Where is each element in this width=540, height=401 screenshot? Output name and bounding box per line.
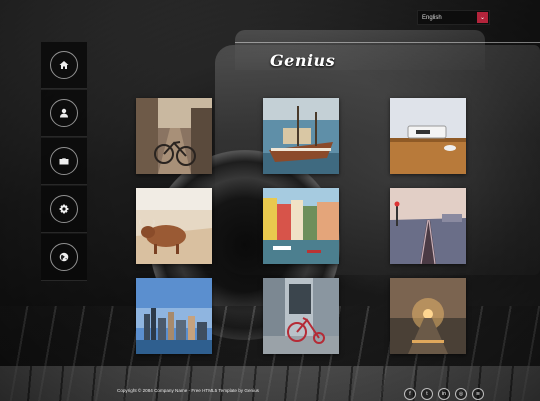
sidebar-item-settings[interactable] (41, 186, 87, 233)
gallery-item-city-skyline[interactable] (136, 278, 212, 354)
gallery-item-canal-houses[interactable] (263, 188, 339, 264)
sidebar-item-work[interactable] (41, 138, 87, 185)
social-links: f t in ◎ ≋ (404, 388, 484, 400)
gallery-image (263, 98, 339, 174)
gallery-image (263, 278, 339, 354)
sidebar-item-about[interactable] (41, 90, 87, 137)
language-select[interactable]: English ⌄ (417, 10, 490, 25)
gallery-item-foggy-road[interactable] (390, 278, 466, 354)
gallery-item-boat-harbor[interactable] (263, 98, 339, 174)
linkedin-icon[interactable]: in (438, 388, 450, 400)
nav-circle (50, 195, 78, 223)
nav-circle (50, 99, 78, 127)
header-divider (235, 42, 540, 43)
nav-circle (50, 243, 78, 271)
gallery-image (263, 188, 339, 264)
nav-circle (50, 147, 78, 175)
sidebar-item-home[interactable] (41, 42, 87, 89)
gallery-item-desk-laptop[interactable] (390, 98, 466, 174)
gallery-image (136, 98, 212, 174)
gallery-image (390, 278, 466, 354)
sidebar-nav (41, 42, 87, 282)
gear-icon (59, 204, 69, 214)
language-select-value: English (422, 14, 442, 21)
home-icon (59, 61, 69, 69)
gallery-item-bicycle-street[interactable] (136, 98, 212, 174)
gallery-image (136, 278, 212, 354)
rss-icon[interactable]: ≋ (472, 388, 484, 400)
gallery-image (390, 188, 466, 264)
globe-icon (59, 252, 69, 262)
gallery-image (136, 188, 212, 264)
gallery-image (390, 98, 466, 174)
instagram-icon[interactable]: ◎ (455, 388, 467, 400)
twitter-icon[interactable]: t (421, 388, 433, 400)
nav-circle (50, 51, 78, 79)
sidebar-item-contact[interactable] (41, 234, 87, 281)
gallery-item-railway-tracks[interactable] (390, 188, 466, 264)
gallery-item-highland-cow[interactable] (136, 188, 212, 264)
gallery-item-red-tricycle[interactable] (263, 278, 339, 354)
user-icon (60, 108, 68, 118)
chevron-down-icon[interactable]: ⌄ (477, 12, 488, 23)
facebook-icon[interactable]: f (404, 388, 416, 400)
site-logo[interactable]: Genius (270, 51, 335, 70)
copyright-text: Copyright © 2084 Company Name - Free HTM… (117, 388, 259, 393)
briefcase-icon (59, 158, 69, 165)
